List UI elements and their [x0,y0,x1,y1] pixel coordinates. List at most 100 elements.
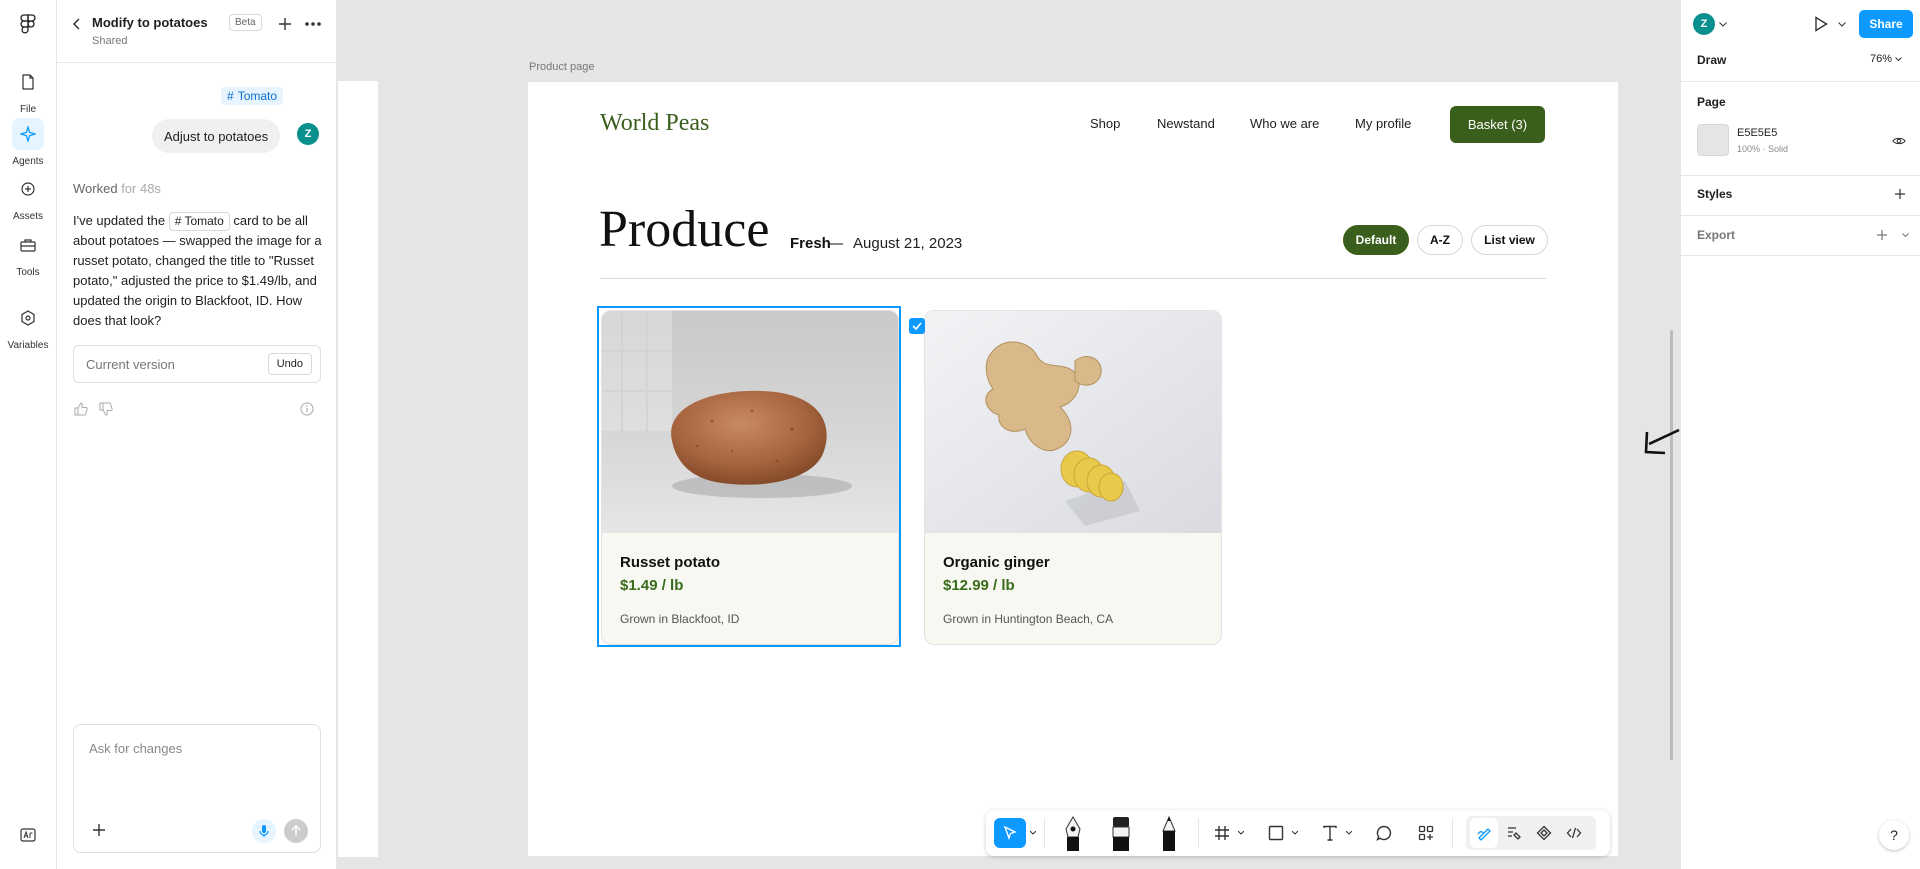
dev-mode-button[interactable] [1560,818,1588,848]
present-menu-caret[interactable] [1838,20,1846,28]
help-button[interactable]: ? [1879,820,1909,850]
avatar: Z [297,123,319,145]
product-card-potato[interactable]: Russet potato $1.49 / lb Grown in Blackf… [601,310,899,645]
design-mode-button[interactable] [1500,818,1528,848]
actions-button[interactable] [1414,818,1438,848]
product-card-ginger[interactable]: Organic ginger $12.99 / lb Grown in Hunt… [924,310,1222,645]
rail-item-agents[interactable]: Agents [0,118,56,167]
selection-checkbox[interactable] [909,318,925,334]
card-origin[interactable]: Grown in Huntington Beach, CA [943,612,1113,626]
nav-link-my-profile[interactable]: My profile [1355,116,1411,131]
user-menu-caret[interactable] [1719,20,1727,28]
card-title[interactable]: Russet potato [620,554,720,571]
page-title[interactable]: Produce [599,204,769,256]
figma-logo-icon[interactable] [19,14,37,34]
pen-tool-button[interactable] [1058,816,1088,851]
worked-label: Worked [73,181,118,196]
keyboard-shortcuts-icon[interactable] [20,828,36,842]
date-label[interactable]: August 21, 2023 [853,235,962,252]
toolbar-divider [1044,818,1045,848]
export-menu-caret[interactable] [1901,231,1909,239]
list-view-button[interactable]: List view [1471,225,1548,255]
panel-divider [1681,255,1920,256]
text-tool-menu[interactable] [1344,818,1354,848]
components-grid-icon [1418,825,1434,841]
card-price[interactable]: $1.49 / lb [620,577,683,594]
undo-button[interactable]: Undo [267,353,312,375]
worked-duration: for 48s [121,181,161,196]
nav-link-shop[interactable]: Shop [1090,116,1120,131]
title-dash: — [828,235,843,252]
share-button[interactable]: Share [1859,10,1913,38]
zoom-dropdown[interactable]: 76% [1870,53,1902,65]
move-tool-button[interactable] [994,818,1026,848]
rail-item-tools[interactable]: Tools [0,229,56,278]
visibility-eye-icon[interactable] [1891,133,1907,149]
rail-item-assets[interactable]: Assets [0,173,56,222]
frame-tool-menu[interactable] [1236,818,1246,848]
frame-hash-icon: # [227,89,234,103]
basket-button[interactable]: Basket (3) [1450,106,1545,143]
card-price[interactable]: $12.99 / lb [943,577,1015,594]
move-tool-menu[interactable] [1028,818,1038,848]
text-tool-button[interactable] [1318,818,1342,848]
agent-chat-panel: Modify to potatoes Shared Beta # Tomato … [57,0,337,869]
page-section-title: Page [1697,95,1726,109]
thumbs-down-icon[interactable] [98,401,114,417]
frame-tool-button[interactable] [1210,818,1234,848]
marker-tool-button[interactable] [1106,817,1136,851]
comment-tool-button[interactable] [1372,818,1396,848]
add-export-button[interactable] [1875,228,1889,242]
voice-input-button[interactable] [252,819,276,843]
sort-az-button[interactable]: A-Z [1417,225,1463,255]
toolbar-divider [1452,818,1453,848]
fresh-label[interactable]: Fresh [790,235,831,252]
canvas-scrollbar[interactable] [1670,330,1673,760]
rectangle-icon [1268,825,1284,841]
sort-default-button[interactable]: Default [1343,225,1409,255]
properties-panel: Z Share Draw 76% Page E5E5E5 100% · Soli… [1680,0,1920,869]
thumbs-up-icon[interactable] [73,401,89,417]
code-icon [1566,827,1582,839]
component-mode-button[interactable] [1530,818,1558,848]
comment-icon [1376,825,1392,841]
info-icon[interactable] [299,401,315,417]
arrow-up-icon [291,825,301,836]
back-button[interactable] [69,16,85,32]
rail-item-file[interactable]: File [0,66,56,115]
page-color-meta: 100% · Solid [1737,144,1789,154]
ask-input[interactable] [89,741,307,756]
avatar[interactable]: Z [1693,13,1715,35]
shape-tool-menu[interactable] [1290,818,1300,848]
zoom-level: 76% [1870,53,1893,65]
more-options-button[interactable] [301,14,325,34]
product-page-frame[interactable]: World Peas Shop Newstand Who we are My p… [528,82,1618,856]
present-button[interactable] [1811,14,1831,34]
card-title[interactable]: Organic ginger [943,554,1050,571]
background-frame[interactable] [338,81,378,857]
design-canvas[interactable]: Product page World Peas Shop Newstand Wh… [338,0,1680,869]
draw-mode-button[interactable] [1470,818,1498,848]
chevron-down-icon [1901,232,1909,237]
version-box: Current version Undo [73,345,321,383]
frame-label[interactable]: Product page [529,61,594,73]
agents-icon [12,118,44,150]
page-color-hex[interactable]: E5E5E5 [1737,127,1777,139]
page-color-swatch[interactable] [1697,124,1729,156]
nav-link-newstand[interactable]: Newstand [1157,116,1215,131]
rectangle-tool-button[interactable] [1264,818,1288,848]
brand-logo[interactable]: World Peas [600,110,709,137]
add-style-button[interactable] [1893,187,1907,201]
pencil-tool-button[interactable] [1154,815,1184,851]
rail-item-variables[interactable]: Variables [0,302,56,351]
nav-link-who-we-are[interactable]: Who we are [1250,116,1319,131]
user-message: Adjust to potatoes [152,119,281,153]
send-button[interactable] [284,819,308,843]
add-attachment-button[interactable] [90,821,108,839]
card-origin[interactable]: Grown in Blackfoot, ID [620,612,739,626]
new-chat-button[interactable] [275,14,295,34]
reply-reference-chip[interactable]: # Tomato [168,212,230,231]
rail-label-file: File [19,104,37,115]
context-tag-chip[interactable]: # Tomato [221,87,284,105]
reply-text-start: I've updated the [73,213,166,228]
